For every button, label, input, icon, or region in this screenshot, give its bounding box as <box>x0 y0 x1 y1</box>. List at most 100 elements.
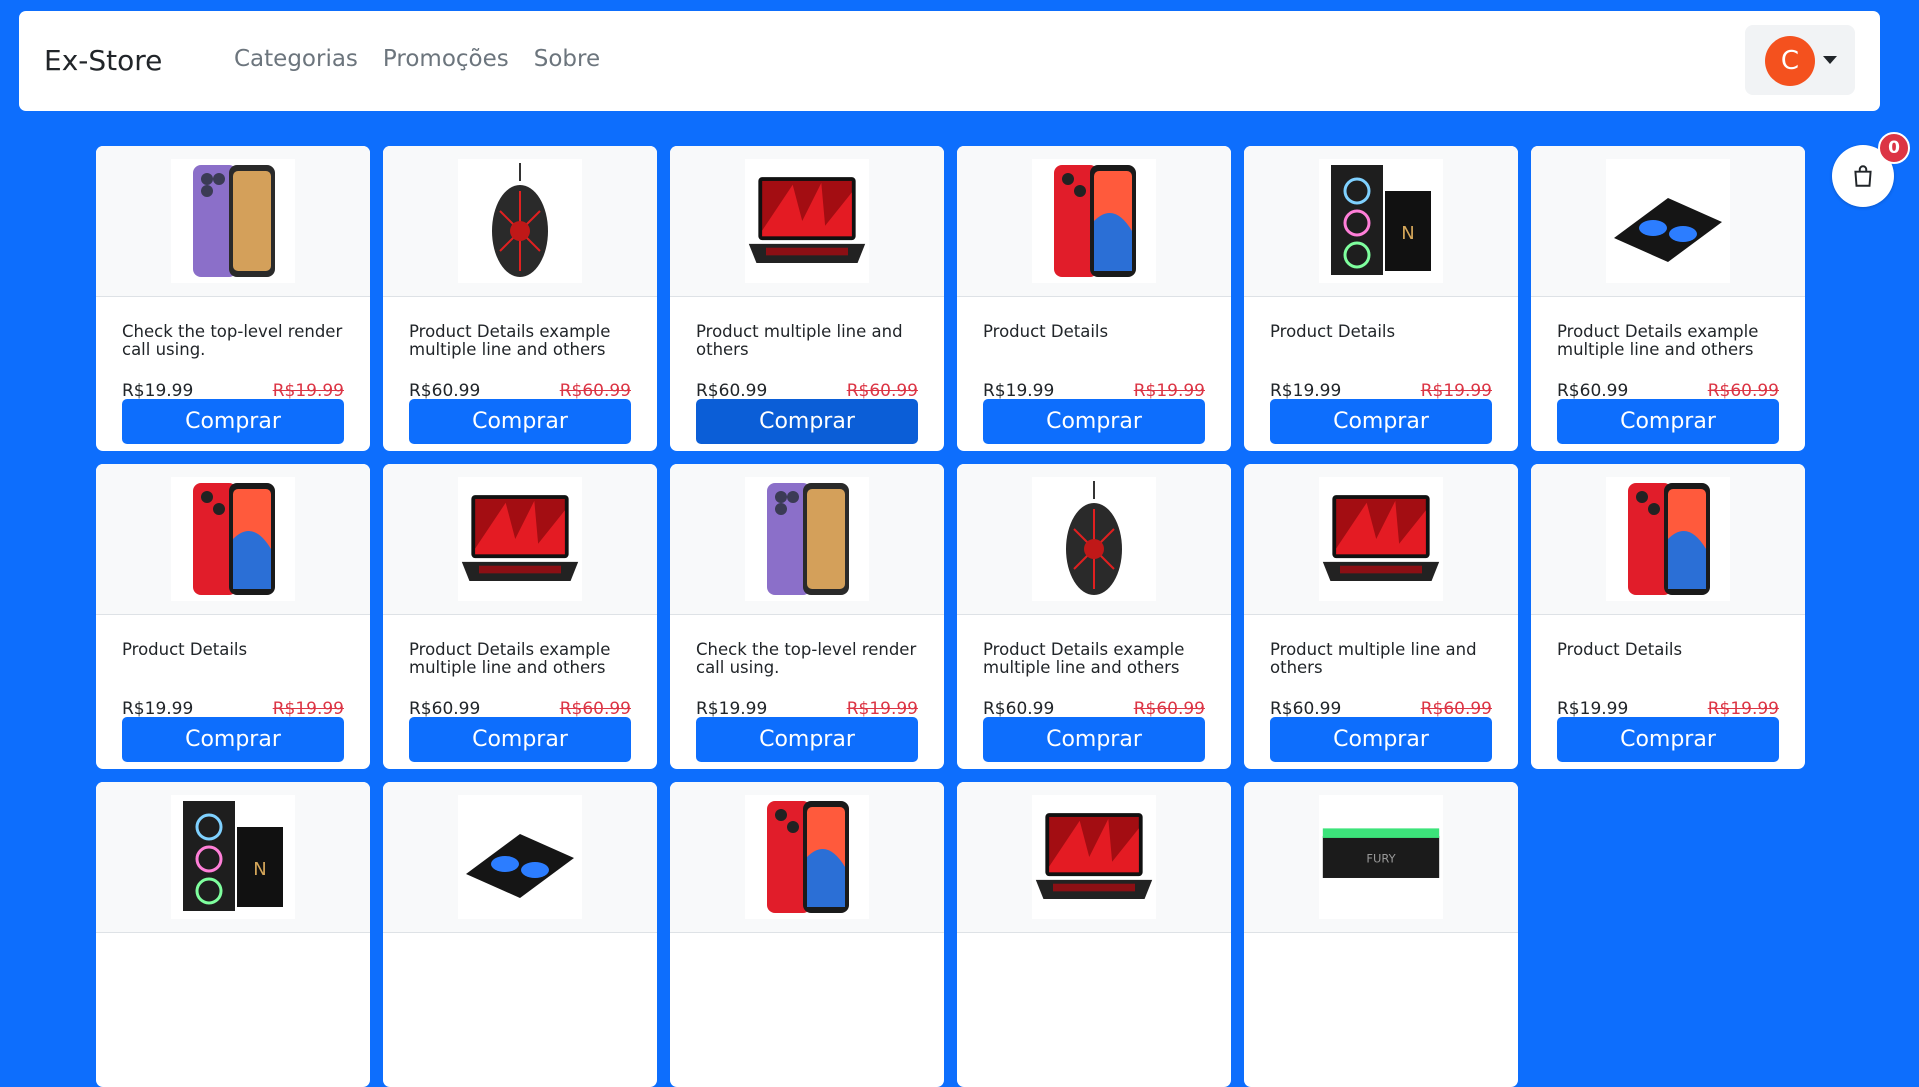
buy-button[interactable]: Comprar <box>1557 399 1779 444</box>
product-card[interactable] <box>670 782 944 1087</box>
product-title: Product Details <box>122 640 248 659</box>
product-card[interactable]: Product Details example multiple line an… <box>957 464 1231 769</box>
product-card[interactable]: N Product Details R$19.99 R$19.99 Comprar <box>1244 146 1518 451</box>
product-old-price: R$19.99 <box>272 699 344 719</box>
product-image[interactable] <box>1032 795 1156 919</box>
nav-categorias[interactable]: Categorias <box>234 46 358 72</box>
product-card-body: Product multiple line and others R$60.99 R… <box>1244 615 1518 769</box>
product-image[interactable] <box>1606 159 1730 283</box>
product-price: R$60.99 <box>983 699 1055 719</box>
product-image[interactable]: FURY <box>1319 795 1443 919</box>
buy-button[interactable]: Comprar <box>1557 717 1779 762</box>
product-card[interactable]: N <box>96 782 370 1087</box>
product-image-area: N <box>1244 146 1518 297</box>
product-price: R$19.99 <box>122 699 194 719</box>
buy-button[interactable]: Comprar <box>1270 717 1492 762</box>
product-card-body: Product Details example multiple line an… <box>1531 297 1805 451</box>
product-title: Product multiple line and others <box>696 322 903 359</box>
product-card[interactable]: Product multiple line and others R$60.99 R… <box>1244 464 1518 769</box>
product-card[interactable]: Product Details R$19.99 R$19.99 Comprar <box>1531 464 1805 769</box>
buy-button[interactable]: Comprar <box>409 399 631 444</box>
product-price: R$19.99 <box>696 699 768 719</box>
nav-promocoes[interactable]: Promoções <box>383 46 509 72</box>
product-old-price: R$60.99 <box>559 381 631 401</box>
product-image[interactable] <box>745 159 869 283</box>
product-image-area <box>1244 464 1518 615</box>
svg-text:N: N <box>1401 223 1414 244</box>
product-image[interactable] <box>171 477 295 601</box>
product-old-price: R$60.99 <box>1707 381 1779 401</box>
product-image[interactable]: N <box>1319 159 1443 283</box>
product-card[interactable]: Product Details example multiple line an… <box>383 146 657 451</box>
svg-text:N: N <box>253 859 266 880</box>
product-price: R$60.99 <box>696 381 768 401</box>
product-image-area <box>957 464 1231 615</box>
product-title: Check the top-level render call using. <box>696 640 917 677</box>
product-card-body: Product Details example multiple line an… <box>383 615 657 769</box>
product-card-body: Product multiple line and others R$60.99 R… <box>670 297 944 451</box>
product-card-body: Product Details example multiple line an… <box>957 615 1231 769</box>
product-price: R$60.99 <box>409 381 481 401</box>
product-card[interactable]: FURY <box>1244 782 1518 1087</box>
product-price: R$19.99 <box>1270 381 1342 401</box>
product-card[interactable]: Product Details example multiple line an… <box>1531 146 1805 451</box>
product-card-body: Product Details R$19.99 R$19.99 Comprar <box>957 297 1231 451</box>
product-price: R$19.99 <box>1557 699 1629 719</box>
product-image[interactable] <box>458 795 582 919</box>
buy-button[interactable]: Comprar <box>122 399 344 444</box>
nav-sobre[interactable]: Sobre <box>534 46 600 72</box>
product-image[interactable] <box>1606 477 1730 601</box>
product-card-body: Product Details R$19.99 R$19.99 Comprar <box>96 615 370 769</box>
product-image-area <box>383 146 657 297</box>
shopping-bag-icon <box>1854 165 1872 187</box>
product-card[interactable]: Product Details R$19.99 R$19.99 Comprar <box>957 146 1231 451</box>
buy-button[interactable]: Comprar <box>409 717 631 762</box>
product-image[interactable] <box>458 477 582 601</box>
buy-button[interactable]: Comprar <box>696 717 918 762</box>
brand-logo[interactable]: Ex-Store <box>44 44 162 77</box>
buy-button[interactable]: Comprar <box>1270 399 1492 444</box>
product-price: R$60.99 <box>409 699 481 719</box>
product-image[interactable] <box>1319 477 1443 601</box>
buy-button[interactable]: Comprar <box>983 399 1205 444</box>
product-old-price: R$60.99 <box>1133 699 1205 719</box>
product-card[interactable] <box>383 782 657 1087</box>
chevron-down-icon[interactable] <box>1823 56 1837 64</box>
product-image[interactable] <box>745 795 869 919</box>
product-price: R$60.99 <box>1270 699 1342 719</box>
product-image[interactable] <box>171 159 295 283</box>
buy-button[interactable]: Comprar <box>983 717 1205 762</box>
product-old-price: R$19.99 <box>1707 699 1779 719</box>
product-card[interactable] <box>957 782 1231 1087</box>
product-image[interactable] <box>1032 159 1156 283</box>
product-old-price: R$60.99 <box>1420 699 1492 719</box>
buy-button[interactable]: Comprar <box>122 717 344 762</box>
product-card-body: Product Details R$19.99 R$19.99 Comprar <box>1531 615 1805 769</box>
product-image-area <box>957 782 1231 933</box>
product-image-area <box>96 464 370 615</box>
product-image[interactable] <box>745 477 869 601</box>
product-image[interactable]: N <box>171 795 295 919</box>
product-card[interactable]: Product multiple line and others R$60.99 R… <box>670 146 944 451</box>
product-price: R$19.99 <box>983 381 1055 401</box>
product-card[interactable]: Check the top-level render call using. R$… <box>670 464 944 769</box>
product-price: R$60.99 <box>1557 381 1629 401</box>
avatar[interactable]: C <box>1765 36 1815 86</box>
product-title: Product Details <box>1557 640 1683 659</box>
product-title: Product Details example multiple line an… <box>409 640 611 677</box>
product-image-area <box>96 146 370 297</box>
product-title: Product Details example multiple line an… <box>1557 322 1759 359</box>
product-title: Product Details <box>983 322 1109 341</box>
navbar: Ex-Store Categorias Promoções Sobre C <box>19 11 1880 111</box>
user-menu[interactable]: C <box>1745 25 1855 95</box>
product-image-area: FURY <box>1244 782 1518 933</box>
product-title: Product Details example multiple line an… <box>409 322 611 359</box>
buy-button[interactable]: Comprar <box>696 399 918 444</box>
product-image[interactable] <box>1032 477 1156 601</box>
product-card[interactable]: Check the top-level render call using. R$… <box>96 146 370 451</box>
product-image-area <box>670 464 944 615</box>
product-card[interactable]: Product Details R$19.99 R$19.99 Comprar <box>96 464 370 769</box>
product-card[interactable]: Product Details example multiple line an… <box>383 464 657 769</box>
product-price: R$19.99 <box>122 381 194 401</box>
product-image[interactable] <box>458 159 582 283</box>
